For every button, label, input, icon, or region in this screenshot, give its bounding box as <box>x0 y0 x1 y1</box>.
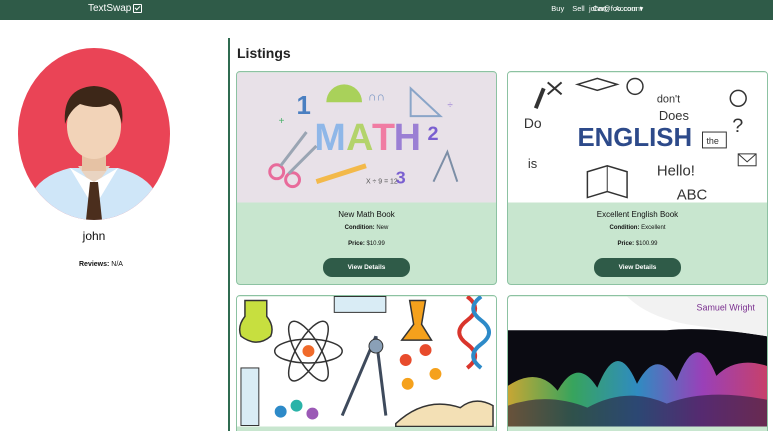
svg-text:Hello!: Hello! <box>657 164 695 180</box>
svg-text:H: H <box>394 116 421 158</box>
listings-heading: Listings <box>237 45 291 61</box>
svg-text:1: 1 <box>297 92 311 120</box>
price-value: $10.99 <box>364 241 385 247</box>
brand-name[interactable]: TextSwap <box>88 3 131 14</box>
profile-name: john <box>82 229 106 243</box>
check-square-icon <box>133 4 143 13</box>
profile-panel: john Reviews: N/A <box>0 20 228 431</box>
card-body: Excellent English Book Condition: Excell… <box>508 203 767 283</box>
reviews-value: N/A <box>109 261 123 268</box>
listing-card: ENGLISH Do don't Does is Hello! ABC the … <box>507 71 768 285</box>
card-condition: Condition: New <box>237 225 496 231</box>
card-title: New Math Book <box>338 210 395 219</box>
math-book-image[interactable]: 1 M A T H 2 3 ∩∩ X ÷ 9 = 12 + ÷ <box>237 72 496 203</box>
price-label: Price: <box>617 241 635 247</box>
svg-text:the: the <box>706 136 718 146</box>
svg-text:2: 2 <box>428 123 439 145</box>
price-label: Price: <box>348 241 365 247</box>
svg-text:?: ? <box>732 115 743 137</box>
svg-text:ENGLISH: ENGLISH <box>577 124 692 152</box>
svg-text:M: M <box>314 116 345 158</box>
price-value: $100.99 <box>634 241 658 247</box>
condition-label: Condition: <box>609 225 640 231</box>
reviews-label: Reviews: <box>79 261 110 268</box>
svg-text:X ÷ 9 = 12: X ÷ 9 = 12 <box>366 179 398 186</box>
svg-text:+: + <box>279 116 285 127</box>
svg-text:Does: Does <box>659 108 689 123</box>
book-author-text: Samuel Wright <box>697 302 756 312</box>
svg-text:∩∩: ∩∩ <box>368 89 385 103</box>
svg-text:is: is <box>528 156 537 171</box>
listing-card <box>236 295 497 431</box>
condition-label: Condition: <box>344 225 375 231</box>
avatar <box>18 48 170 220</box>
listing-card: 1 M A T H 2 3 ∩∩ X ÷ 9 = 12 + ÷ New Math… <box>236 71 497 285</box>
reviews-line: Reviews: N/A <box>0 261 202 268</box>
nav-sell-link[interactable]: Sell <box>572 4 585 13</box>
card-title: Excellent English Book <box>596 210 679 219</box>
card-price: Price: $100.99 <box>508 241 767 247</box>
condition-value: Excellent <box>639 225 666 231</box>
samuel-wright-book-image[interactable]: Samuel Wright <box>508 296 767 427</box>
brand-logo[interactable]: TextSwap <box>88 3 143 14</box>
card-condition: Condition: Excellent <box>508 225 767 231</box>
svg-text:A: A <box>346 116 373 158</box>
condition-value: New <box>374 225 389 231</box>
svg-text:ABC: ABC <box>677 188 708 203</box>
svg-text:Do: Do <box>524 115 542 131</box>
user-dropdown[interactable]: john@foo.com ▾ <box>589 4 643 13</box>
view-details-button[interactable]: View Details <box>323 258 410 277</box>
card-body: New Math Book Condition: New Price: $10.… <box>237 203 496 283</box>
svg-text:÷: ÷ <box>447 100 453 111</box>
vertical-divider <box>228 38 230 431</box>
nav-buy-link[interactable]: Buy <box>551 4 564 13</box>
svg-text:T: T <box>372 116 395 158</box>
svg-text:don't: don't <box>657 93 680 105</box>
science-book-image[interactable] <box>237 296 496 427</box>
listing-card: Samuel Wright <box>507 295 768 431</box>
english-book-image[interactable]: ENGLISH Do don't Does is Hello! ABC the … <box>508 72 767 203</box>
card-price: Price: $10.99 <box>237 241 496 247</box>
view-details-button[interactable]: View Details <box>594 258 681 277</box>
top-navbar: TextSwap Buy Sell Cart Account john@foo.… <box>0 0 773 20</box>
